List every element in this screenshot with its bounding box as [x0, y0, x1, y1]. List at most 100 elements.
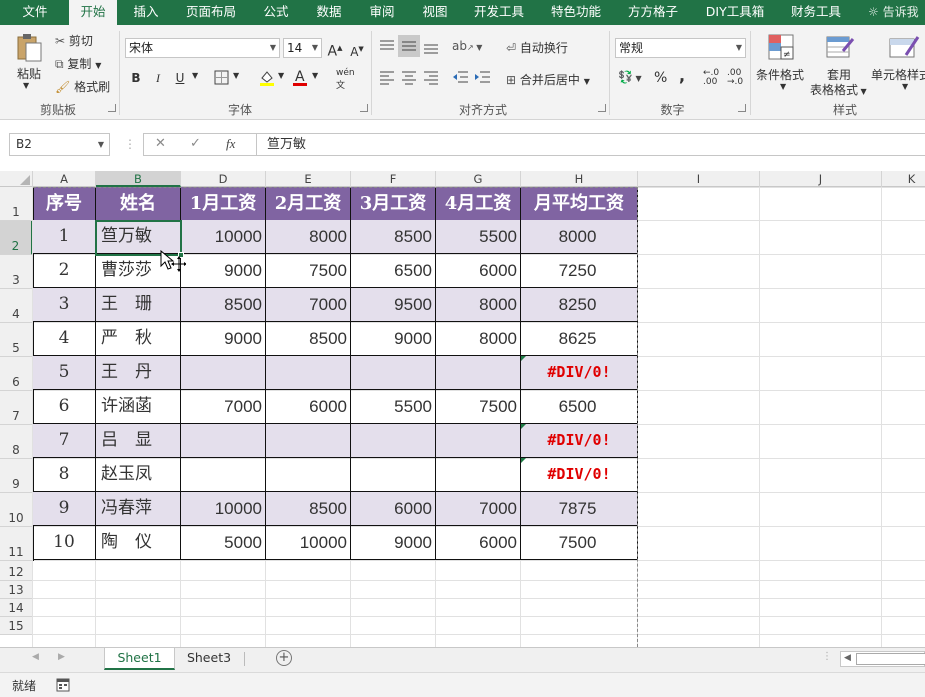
- tab-review[interactable]: 审阅: [358, 0, 406, 25]
- row-header-8[interactable]: 8: [0, 425, 33, 459]
- macro-record-icon[interactable]: [56, 678, 70, 695]
- tab-file[interactable]: 文件: [10, 0, 60, 25]
- table-cell[interactable]: 9000: [351, 526, 436, 560]
- row-header-11[interactable]: 11: [0, 527, 33, 561]
- table-cell[interactable]: 王 珊: [96, 288, 181, 322]
- worksheet-grid[interactable]: A B D E F G H I J K 1 2 3 4 5 6 7 8 9 10 11 12 13 14 1…: [0, 171, 925, 647]
- bold-button[interactable]: B: [128, 69, 144, 87]
- table-cell[interactable]: 5500: [436, 220, 521, 254]
- fill-dropdown-icon[interactable]: ▼: [278, 71, 284, 80]
- tab-split-grip-icon[interactable]: ⋮: [822, 651, 832, 662]
- font-color-icon[interactable]: A: [291, 68, 309, 90]
- orientation-icon[interactable]: ab↗ ▼: [452, 39, 482, 53]
- table-cell[interactable]: 9000: [181, 254, 266, 288]
- table-format-icon[interactable]: [825, 33, 855, 66]
- cell-style-icon[interactable]: [888, 33, 920, 66]
- table-cell[interactable]: 8500: [351, 220, 436, 254]
- table-cell[interactable]: [436, 424, 521, 458]
- average-cell[interactable]: 8250: [521, 288, 638, 322]
- table-cell[interactable]: 7500: [266, 254, 351, 288]
- table-cell[interactable]: 5500: [351, 390, 436, 424]
- conditional-format-icon[interactable]: ≠: [767, 33, 797, 66]
- merge-center-button[interactable]: ⊞ 合并后居中 ▼: [506, 71, 590, 88]
- table-cell[interactable]: [436, 458, 521, 492]
- table-cell[interactable]: 8000: [266, 220, 351, 254]
- table-cell[interactable]: 10: [33, 526, 96, 560]
- table-cell[interactable]: 9000: [351, 322, 436, 356]
- align-top-icon[interactable]: [378, 37, 396, 58]
- formula-input[interactable]: 笪万敏: [256, 133, 925, 156]
- copy-button[interactable]: ⧉ 复制 ▼: [55, 55, 101, 72]
- percent-button[interactable]: %: [654, 70, 667, 86]
- table-cell[interactable]: 7: [33, 424, 96, 458]
- table-cell[interactable]: 冯春萍: [96, 492, 181, 526]
- number-format-select[interactable]: 常规 ▼: [615, 38, 746, 58]
- header-cell[interactable]: 月平均工资: [521, 187, 638, 221]
- select-all-corner[interactable]: [0, 171, 33, 187]
- table-cell[interactable]: 5: [33, 356, 96, 390]
- table-cell[interactable]: [266, 458, 351, 492]
- row-header-9[interactable]: 9: [0, 459, 33, 493]
- format-painter-button[interactable]: 🖌 格式刷: [55, 78, 110, 95]
- border-dropdown-icon[interactable]: ▼: [233, 71, 239, 80]
- cut-button[interactable]: ✂ 剪切: [55, 32, 93, 49]
- scroll-left-icon[interactable]: ◀: [32, 652, 39, 662]
- table-cell[interactable]: [351, 458, 436, 492]
- increase-decimal-icon[interactable]: ←.0.00: [703, 69, 719, 87]
- table-cell[interactable]: 9: [33, 492, 96, 526]
- average-cell[interactable]: 8000: [521, 220, 638, 254]
- table-cell[interactable]: 吕 显: [96, 424, 181, 458]
- phonetic-icon[interactable]: wén 文: [336, 68, 355, 91]
- row-header-1[interactable]: 1: [0, 187, 33, 221]
- table-cell[interactable]: 8500: [181, 288, 266, 322]
- table-cell[interactable]: 1: [33, 220, 96, 254]
- table-cell[interactable]: [181, 458, 266, 492]
- sheet-tab-sheet3[interactable]: Sheet3: [178, 648, 240, 670]
- table-cell[interactable]: 许涵菡: [96, 390, 181, 424]
- tab-data[interactable]: 数据: [305, 0, 353, 25]
- average-cell[interactable]: 7875: [521, 492, 638, 526]
- sheet-tab-sheet1[interactable]: Sheet1: [104, 648, 175, 670]
- table-cell[interactable]: 8: [33, 458, 96, 492]
- hscroll-left-icon[interactable]: ◀: [844, 653, 851, 663]
- row-header-2[interactable]: 2: [0, 221, 33, 255]
- row-header-13[interactable]: 13: [0, 581, 33, 599]
- column-header-b[interactable]: B: [96, 171, 181, 187]
- insert-function-button[interactable]: fx: [226, 136, 235, 152]
- align-bottom-icon[interactable]: [422, 37, 440, 58]
- scroll-right-icon[interactable]: ▶: [58, 652, 65, 662]
- table-cell[interactable]: [181, 424, 266, 458]
- cancel-icon[interactable]: ✕: [155, 136, 166, 151]
- tab-view[interactable]: 视图: [411, 0, 459, 25]
- underline-button[interactable]: U: [172, 69, 188, 87]
- table-cell[interactable]: 8500: [266, 322, 351, 356]
- tab-page-layout[interactable]: 页面布局: [178, 0, 244, 25]
- table-cell[interactable]: 陶 仪: [96, 526, 181, 560]
- cell-style-dropdown-icon[interactable]: ▼: [902, 82, 908, 91]
- increase-indent-icon[interactable]: [474, 69, 492, 88]
- column-header-i[interactable]: I: [638, 171, 760, 187]
- table-cell[interactable]: [266, 356, 351, 390]
- table-cell[interactable]: 10000: [181, 492, 266, 526]
- table-cell[interactable]: 8000: [436, 322, 521, 356]
- decrease-decimal-icon[interactable]: .00 →.0: [727, 69, 743, 87]
- tab-formulas[interactable]: 公式: [252, 0, 300, 25]
- table-cell[interactable]: 8000: [436, 288, 521, 322]
- row-header-15[interactable]: 15: [0, 617, 33, 635]
- row-header-10[interactable]: 10: [0, 493, 33, 527]
- tab-diy-toolbox[interactable]: DIY工具箱: [697, 0, 773, 25]
- row-header-4[interactable]: 4: [0, 289, 33, 323]
- header-cell[interactable]: 序号: [33, 187, 96, 221]
- tab-finance[interactable]: 财务工具: [783, 0, 849, 25]
- paste-dropdown-icon[interactable]: ▼: [23, 81, 29, 90]
- tab-special[interactable]: 特色功能: [543, 0, 609, 25]
- column-header-g[interactable]: G: [436, 171, 521, 187]
- column-header-f[interactable]: F: [351, 171, 436, 187]
- table-cell[interactable]: 9000: [181, 322, 266, 356]
- average-cell[interactable]: 7500: [521, 526, 638, 560]
- column-header-k[interactable]: K: [882, 171, 925, 187]
- average-cell[interactable]: 7250: [521, 254, 638, 288]
- table-cell[interactable]: 4: [33, 322, 96, 356]
- table-cell[interactable]: 2: [33, 254, 96, 288]
- table-cell[interactable]: [351, 424, 436, 458]
